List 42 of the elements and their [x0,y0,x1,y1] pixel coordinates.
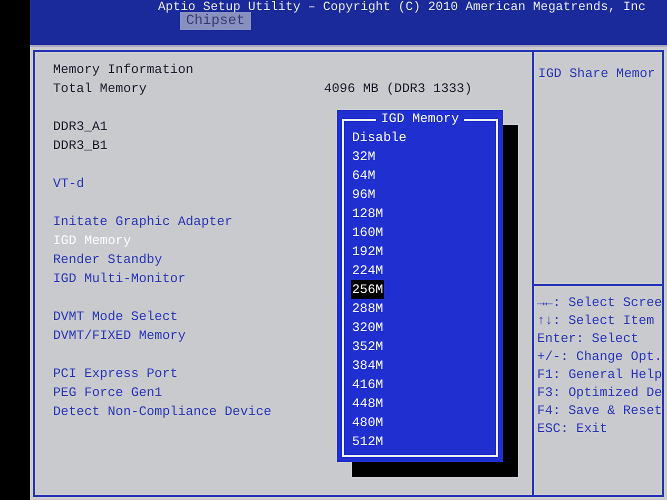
popup-option[interactable]: 288M [351,299,384,318]
popup-option[interactable]: 64M [351,166,376,185]
setting-item[interactable]: Detect Non-Compliance Device [53,402,272,421]
popup-option[interactable]: 352M [351,337,384,356]
popup-option[interactable]: 320M [351,318,384,337]
popup-option[interactable]: 128M [351,204,384,223]
info-label: Memory Information [53,61,194,79]
popup-option[interactable]: 32M [351,147,376,166]
key-hint: ↑↓: Select Item [537,312,654,330]
key-hint: F1: General Help [537,366,662,384]
setting-item[interactable]: VT-d [53,174,84,193]
key-hint: →←: Select Scree [537,294,662,312]
setting-item[interactable]: IGD Multi-Monitor [53,269,186,288]
popup-option[interactable]: 448M [351,394,384,413]
popup-option[interactable]: 224M [351,261,384,280]
popup-option[interactable]: 192M [351,242,384,261]
popup-option[interactable]: 160M [351,223,384,242]
popup-option[interactable]: 480M [351,413,384,432]
key-hint: F4: Save & Reset [537,402,662,420]
key-hint: +/-: Change Opt. [537,348,662,366]
info-label: DDR3_B1 [53,137,108,155]
popup-option[interactable]: 512M [351,432,384,451]
setting-item[interactable]: DVMT Mode Select [53,307,178,326]
info-label: DDR3_A1 [53,118,108,136]
popup-option[interactable]: 96M [351,185,376,204]
key-hint: ESC: Exit [537,420,608,438]
popup-title: IGD Memory [376,111,464,126]
help-description: IGD Share Memor [537,65,656,83]
key-hint: F3: Optimized De [537,384,662,402]
setting-item[interactable]: PEG Force Gen1 [53,383,162,402]
popup-option[interactable]: 416M [351,375,384,394]
popup-option[interactable]: 384M [351,356,384,375]
setting-item[interactable]: DVMT/FIXED Memory [53,326,186,345]
popup-option[interactable]: Disable [351,128,408,147]
window-title: Aptio Setup Utility – Copyright (C) 2010 American Megatrends, Inc [158,0,646,14]
setting-item[interactable]: Initate Graphic Adapter [53,212,232,231]
setting-item[interactable]: PCI Express Port [53,364,178,383]
info-label: Total Memory [53,80,147,98]
key-hint: Enter: Select [537,330,639,348]
setting-item[interactable]: Render Standby [53,250,162,269]
popup-option[interactable]: 256M [351,280,384,299]
info-value: 4096 MB (DDR3 1333) [324,80,472,98]
